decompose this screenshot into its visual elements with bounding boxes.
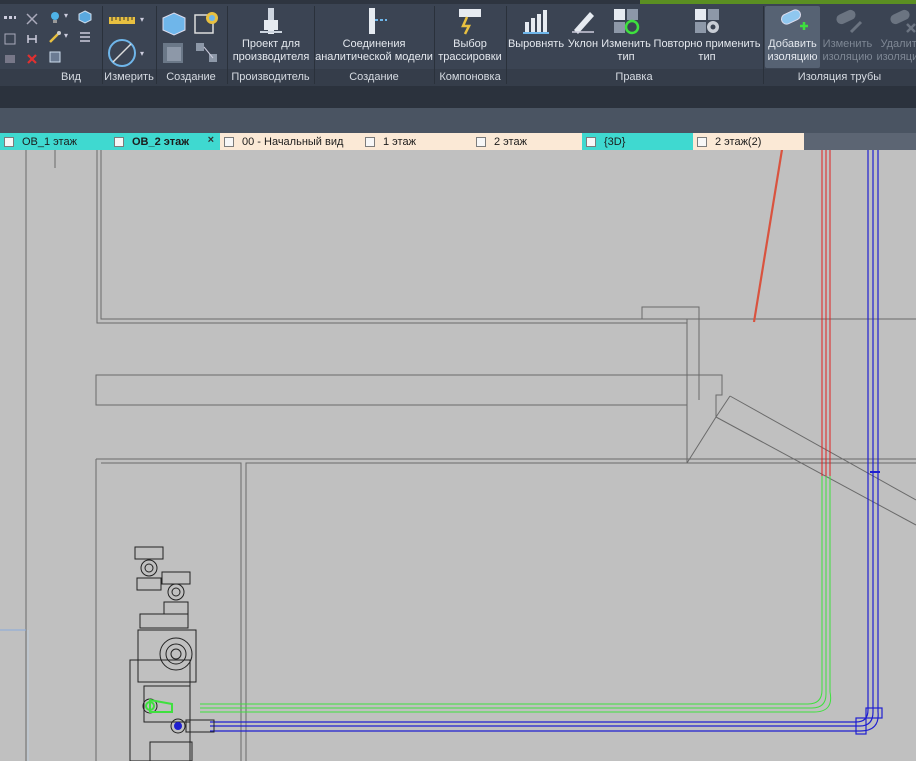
grid-icon[interactable] bbox=[3, 32, 17, 46]
measure-dropdown-icon[interactable]: ▾ bbox=[140, 49, 144, 58]
slope-label: Уклон bbox=[567, 38, 599, 50]
align-icon bbox=[523, 10, 549, 34]
assembly-icon[interactable] bbox=[193, 40, 221, 66]
bulb-icon[interactable] bbox=[48, 10, 62, 24]
section-box-icon[interactable] bbox=[48, 50, 62, 64]
align-button[interactable]: Выровнять bbox=[507, 6, 565, 68]
tab-floor1[interactable]: 1 этаж bbox=[361, 133, 472, 150]
tab-label: 2 этаж bbox=[494, 135, 527, 148]
align-label: Выровнять bbox=[507, 38, 565, 50]
panel-label-create2: Создание bbox=[349, 71, 399, 83]
model-group-icon[interactable] bbox=[160, 40, 188, 66]
view-icon bbox=[4, 136, 14, 147]
context-tab-highlight bbox=[640, 0, 916, 4]
reapply-type-button[interactable]: Повторно применить тип bbox=[652, 6, 762, 68]
tab-label: {3D} bbox=[604, 135, 626, 148]
panel-label-layout: Компоновка bbox=[439, 71, 501, 83]
view-icon bbox=[224, 136, 234, 147]
route-selection-label: Выбор трассировки bbox=[438, 38, 502, 63]
manufacturer-project-button[interactable]: Проект для производителя bbox=[229, 6, 313, 68]
reapply-type-label: Повторно применить тип bbox=[653, 38, 761, 63]
tab-label: 00 - Начальный вид bbox=[242, 135, 344, 148]
properties-bar bbox=[0, 108, 916, 133]
route-selection-button[interactable]: Выбор трассировки bbox=[435, 6, 505, 68]
edit-insulation-label: Изменить изоляцию bbox=[822, 38, 873, 63]
view-tabs: ОВ_1 этаж ОВ_2 этаж × 00 - Начальный вид … bbox=[0, 133, 916, 150]
ribbon: ▾ ▾ Вид ▾ ▾ Измерить Создание Проект для… bbox=[0, 0, 916, 86]
analytical-connection-icon bbox=[369, 8, 387, 34]
remove-insulation-label: Удалить изоляцию bbox=[876, 38, 916, 63]
view-icon bbox=[697, 136, 707, 147]
tab-label: 2 этаж(2) bbox=[715, 135, 762, 148]
change-type-icon bbox=[614, 9, 640, 35]
bulb-dropdown-icon[interactable]: ▾ bbox=[64, 11, 68, 20]
change-type-label: Изменить тип bbox=[601, 38, 651, 63]
ruler-dropdown-icon[interactable]: ▾ bbox=[140, 15, 144, 24]
pin-icon[interactable] bbox=[25, 32, 39, 46]
view-icon bbox=[114, 136, 124, 147]
drawing-canvas[interactable] bbox=[0, 150, 916, 761]
panel-label-manufacturer: Производитель bbox=[231, 71, 310, 83]
tab-ov2[interactable]: ОВ_2 этаж × bbox=[110, 133, 220, 150]
add-insulation-label: Добавить изоляцию bbox=[767, 38, 818, 63]
tab-3d[interactable]: {3D} bbox=[582, 133, 693, 150]
add-insulation-button[interactable]: Добавить изоляцию bbox=[765, 6, 820, 68]
fabrication-icon bbox=[260, 8, 282, 34]
view-3d-icon bbox=[586, 136, 596, 147]
ruler-icon[interactable] bbox=[108, 12, 136, 28]
add-insulation-icon bbox=[780, 9, 808, 30]
remove-insulation-button[interactable]: Удалить изоляцию bbox=[874, 6, 916, 68]
list-icon[interactable] bbox=[78, 30, 92, 44]
change-type-button[interactable]: Изменить тип bbox=[601, 6, 651, 68]
panel-label-measure: Измерить bbox=[104, 71, 154, 83]
view-icon bbox=[365, 136, 375, 147]
panel-label-create: Создание bbox=[166, 71, 216, 83]
panel-label-edit: Правка bbox=[615, 71, 653, 83]
red-pipe bbox=[821, 150, 831, 476]
family-icon[interactable] bbox=[193, 9, 221, 37]
snap-icon[interactable] bbox=[3, 12, 17, 26]
close-icon[interactable]: × bbox=[208, 134, 214, 146]
measure-circle-icon[interactable] bbox=[106, 37, 138, 69]
analytical-connections-label: Соединения аналитической модели bbox=[315, 38, 433, 63]
drawing-svg bbox=[0, 150, 916, 761]
tab-bar-empty bbox=[804, 133, 916, 150]
options-bar bbox=[0, 86, 916, 108]
ribbon-top-strip bbox=[0, 0, 916, 4]
analytical-connections-button[interactable]: Соединения аналитической модели bbox=[315, 6, 433, 68]
panel-label-insulation: Изоляция трубы bbox=[797, 71, 882, 83]
edit-insulation-button[interactable]: Изменить изоляцию bbox=[820, 6, 875, 68]
split-icon[interactable] bbox=[25, 12, 39, 26]
walls bbox=[0, 150, 916, 761]
green-pipe bbox=[200, 476, 832, 713]
brush-dropdown-icon[interactable]: ▾ bbox=[64, 31, 68, 40]
tab-floor2[interactable]: 2 этаж bbox=[472, 133, 582, 150]
tab-start-view[interactable]: 00 - Начальный вид bbox=[220, 133, 361, 150]
tab-floor2-copy[interactable]: 2 этаж(2) bbox=[693, 133, 804, 150]
view-icon bbox=[476, 136, 486, 147]
route-icon bbox=[459, 9, 481, 35]
panel-label-view: Вид bbox=[61, 71, 81, 83]
tab-ov1[interactable]: ОВ_1 этаж bbox=[0, 133, 110, 150]
tab-label: ОВ_2 этаж bbox=[132, 135, 190, 148]
cube-icon[interactable] bbox=[78, 10, 92, 24]
delete-icon[interactable] bbox=[25, 52, 39, 66]
reapply-type-icon bbox=[695, 9, 719, 33]
tab-label: ОВ_1 этаж bbox=[22, 135, 77, 148]
slope-icon bbox=[572, 12, 594, 34]
edit-insulation-icon bbox=[835, 9, 862, 34]
equipment-assembly bbox=[129, 546, 215, 761]
component-icon[interactable] bbox=[160, 10, 188, 36]
hide-icon[interactable] bbox=[3, 52, 17, 66]
slope-button[interactable]: Уклон bbox=[565, 6, 601, 68]
manufacturer-project-label: Проект для производителя bbox=[232, 38, 310, 63]
tab-label: 1 этаж bbox=[383, 135, 416, 148]
blue-pipe bbox=[210, 150, 883, 735]
remove-insulation-icon bbox=[889, 9, 916, 33]
equipment-highlights bbox=[145, 698, 182, 730]
brush-icon[interactable] bbox=[48, 30, 62, 44]
